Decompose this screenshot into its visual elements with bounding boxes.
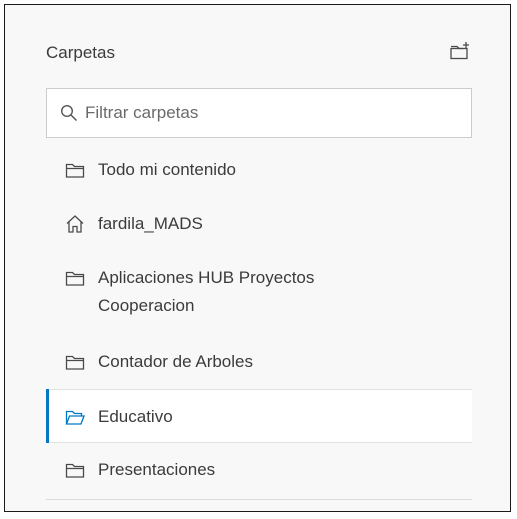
- folder-search-box: [46, 88, 472, 138]
- home-icon: [64, 213, 86, 235]
- folder-icon: [64, 159, 86, 181]
- new-folder-button[interactable]: [446, 39, 474, 67]
- folder-item-label: Presentaciones: [98, 460, 216, 479]
- folder-item-todo-mi-contenido[interactable]: Todo mi contenido: [46, 143, 472, 197]
- folder-icon: [64, 459, 86, 481]
- folders-title: Carpetas: [46, 43, 115, 62]
- folder-item-presentaciones[interactable]: Presentaciones: [46, 443, 472, 497]
- folders-panel: Carpetas Filtrar carpetas Todo mi conten…: [5, 5, 510, 511]
- folder-item-label: fardila_MADS: [98, 214, 203, 233]
- search-icon: [59, 103, 79, 123]
- folder-list: Todo mi contenido fardila_MADS Aplicacio…: [46, 143, 472, 497]
- folder-icon: [64, 267, 86, 289]
- folder-item-fardila-mads[interactable]: fardila_MADS: [46, 197, 472, 251]
- folder-item-contador-de-arboles[interactable]: Contador de Arboles: [46, 335, 472, 389]
- folder-open-icon: [64, 406, 86, 428]
- folders-panel-frame: Carpetas Filtrar carpetas Todo mi conten…: [4, 4, 511, 512]
- folder-item-label: Aplicaciones HUB Proyectos Cooperacion: [98, 268, 315, 315]
- folder-item-label: Contador de Arboles: [98, 352, 253, 371]
- folder-item-label: Todo mi contenido: [98, 160, 236, 179]
- folder-item-aplicaciones-hub[interactable]: Aplicaciones HUB Proyectos Cooperacion: [46, 251, 472, 335]
- list-divider: [46, 499, 472, 500]
- folder-item-educativo[interactable]: Educativo: [46, 389, 472, 443]
- folder-item-label: Educativo: [98, 407, 173, 426]
- folder-search-input[interactable]: [85, 103, 445, 123]
- folders-header: Carpetas: [46, 39, 474, 71]
- folder-plus-icon: [449, 41, 471, 66]
- folder-icon: [64, 351, 86, 373]
